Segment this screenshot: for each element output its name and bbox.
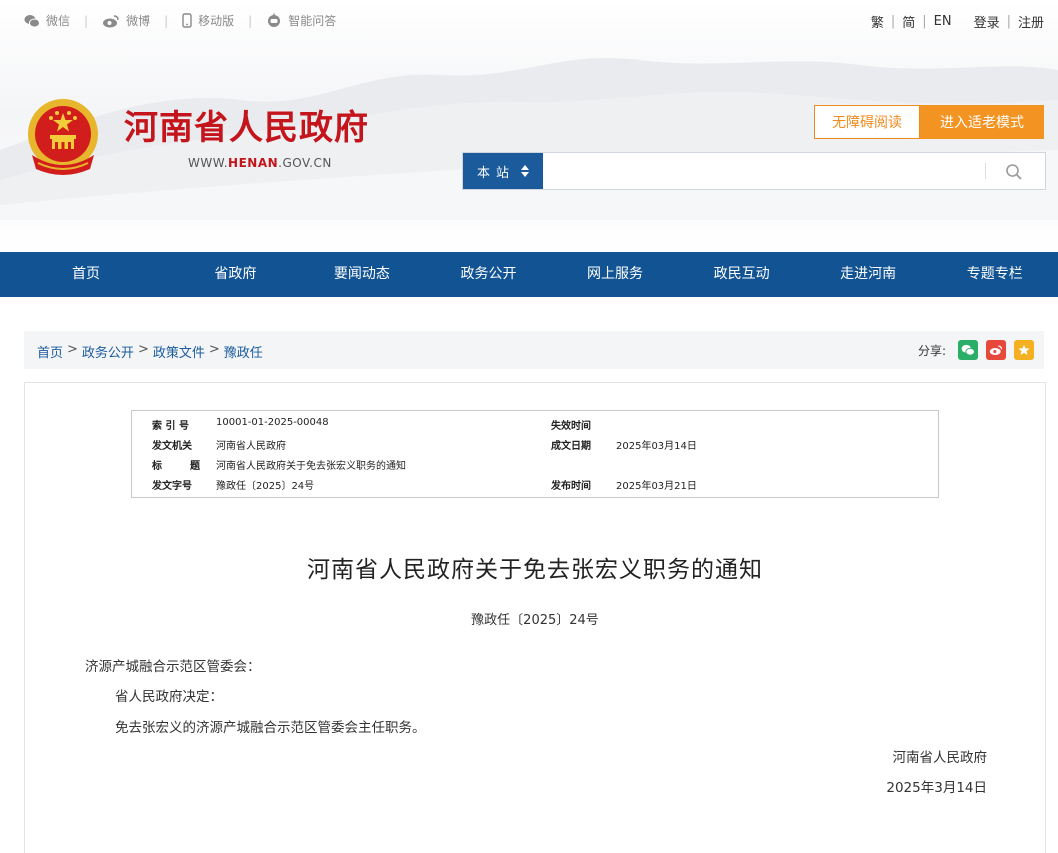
publish-date-label: 发布时间 [551,481,591,492]
doc-number-label: 发文字号 [152,481,192,492]
weibo-icon [103,14,119,27]
document-meta-table: 索 引 号 10001-01-2025-00048 失效时间 发文机关 河南省人… [131,410,939,498]
sort-arrows-icon [521,165,529,177]
divider: | [248,13,253,28]
breadcrumb-policy-docs[interactable]: 政策文件 [153,342,205,361]
share-favorite-button[interactable] [1014,340,1034,360]
divider: | [84,13,89,28]
search-icon[interactable] [1003,161,1025,183]
breadcrumb-home[interactable]: 首页 [37,342,63,361]
weibo-label: 微博 [126,14,151,28]
breadcrumb-separator: > [67,342,78,357]
issuer-label: 发文机关 [152,441,192,452]
written-date-value: 2025年03月14日 [616,441,697,452]
national-emblem-icon [28,99,98,175]
share-wechat-button[interactable] [958,340,978,360]
title-value: 河南省人民政府关于免去张宏义职务的通知 [216,461,406,472]
nav-item-online-services[interactable]: 网上服务 [552,252,679,297]
lang-english-link[interactable]: EN [934,14,952,29]
divider: | [164,13,169,28]
site-title: 河南省人民政府 [124,108,369,148]
main-nav: 首页 省政府 要闻动态 政务公开 网上服务 政民互动 走进河南 专题专栏 [0,252,1058,297]
breadcrumb-bar: 首页 > 政务公开 > 政策文件 > 豫政任 分享: [24,331,1044,369]
wechat-icon [24,14,40,27]
nav-item-special-topics[interactable]: 专题专栏 [931,252,1058,297]
divider: | [1006,14,1011,29]
share-bar: 分享: [918,340,1034,360]
mobile-icon [182,13,192,28]
chat-bot-link[interactable]: 智能问答 [266,12,336,29]
divider: | [922,14,927,29]
meta-row: 标 题 河南省人民政府关于免去张宏义职务的通知 [132,457,938,475]
weibo-icon [989,345,1003,356]
register-link[interactable]: 注册 [1018,12,1044,31]
meta-row: 发文机关 河南省人民政府 成文日期 2025年03月14日 [132,437,938,455]
document-signer: 河南省人民政府 [892,750,988,766]
mobile-link[interactable]: 移动版 [182,12,234,29]
wechat-link[interactable]: 微信 [24,12,70,29]
search-divider [985,163,986,179]
title-label-part1: 标 [152,461,162,472]
search-scope-label: 本站 [476,165,515,181]
accessibility-button[interactable]: 无障碍阅读 [814,105,920,139]
chat-bot-label: 智能问答 [288,14,337,28]
nav-item-government[interactable]: 省政府 [172,252,299,297]
document-paragraph: 免去张宏义的济源产城融合示范区管委会主任职务。 [115,720,426,736]
breadcrumb-separator: > [208,342,220,357]
meta-row: 索 引 号 10001-01-2025-00048 失效时间 [132,417,938,435]
document-paragraph: 省人民政府决定： [115,689,223,705]
search-input[interactable] [545,155,979,187]
issuer-value: 河南省人民政府 [216,441,286,452]
breadcrumb-current[interactable]: 豫政任 [224,342,263,361]
breadcrumb-public-affairs[interactable]: 政务公开 [82,342,134,361]
mobile-label: 移动版 [198,14,235,28]
lang-simplified-link[interactable]: 简 [902,12,915,31]
share-label: 分享: [917,343,946,358]
share-weibo-button[interactable] [986,340,1006,360]
login-link[interactable]: 登录 [974,12,1000,31]
chat-bot-icon [268,13,281,27]
breadcrumb-separator: > [137,342,149,357]
nav-item-public-affairs[interactable]: 政务公开 [425,252,552,297]
doc-number-value: 豫政任〔2025〕24号 [216,481,315,492]
document-addressee: 济源产城融合示范区管委会： [85,659,261,675]
star-icon [1018,344,1030,356]
document-date: 2025年3月14日 [886,780,987,796]
site-header: 微信 | 微博 | 移动版 | 智能问答 繁 | 简 | EN 登录 | 注册 … [0,0,1058,252]
nav-item-home[interactable]: 首页 [0,252,172,297]
index-label: 索 引 号 [152,421,189,432]
article-container: 索 引 号 10001-01-2025-00048 失效时间 发文机关 河南省人… [24,382,1046,853]
index-value: 10001-01-2025-00048 [216,417,329,428]
site-url: WWW.HENAN.GOV.CN [188,156,332,170]
title-label-part2: 题 [190,461,200,472]
lang-traditional-link[interactable]: 繁 [871,12,884,31]
weibo-link[interactable]: 微博 [102,12,150,29]
nav-item-news[interactable]: 要闻动态 [299,252,426,297]
expire-label: 失效时间 [551,421,591,432]
wechat-icon [961,344,975,356]
publish-date-value: 2025年03月21日 [616,481,697,492]
elder-mode-button[interactable]: 进入适老模式 [920,105,1044,139]
nav-item-about-henan[interactable]: 走进河南 [805,252,932,297]
document-number: 豫政任〔2025〕24号 [471,613,599,628]
search-bar: 本站 [462,152,1046,190]
nav-item-interaction[interactable]: 政民互动 [678,252,805,297]
top-right-links: 繁 | 简 | EN 登录 | 注册 [871,12,1044,31]
top-links: 微信 | 微博 | 移动版 | 智能问答 [24,12,336,29]
search-scope-select[interactable]: 本站 [463,153,543,189]
wechat-label: 微信 [46,14,71,28]
top-bar: 微信 | 微博 | 移动版 | 智能问答 繁 | 简 | EN 登录 | 注册 [0,0,1058,40]
document-title: 河南省人民政府关于免去张宏义职务的通知 [307,557,763,583]
written-date-label: 成文日期 [551,441,591,452]
breadcrumb: 首页 > 政务公开 > 政策文件 > 豫政任 [37,342,263,361]
meta-row: 发文字号 豫政任〔2025〕24号 发布时间 2025年03月21日 [132,477,938,495]
divider: | [890,14,896,29]
